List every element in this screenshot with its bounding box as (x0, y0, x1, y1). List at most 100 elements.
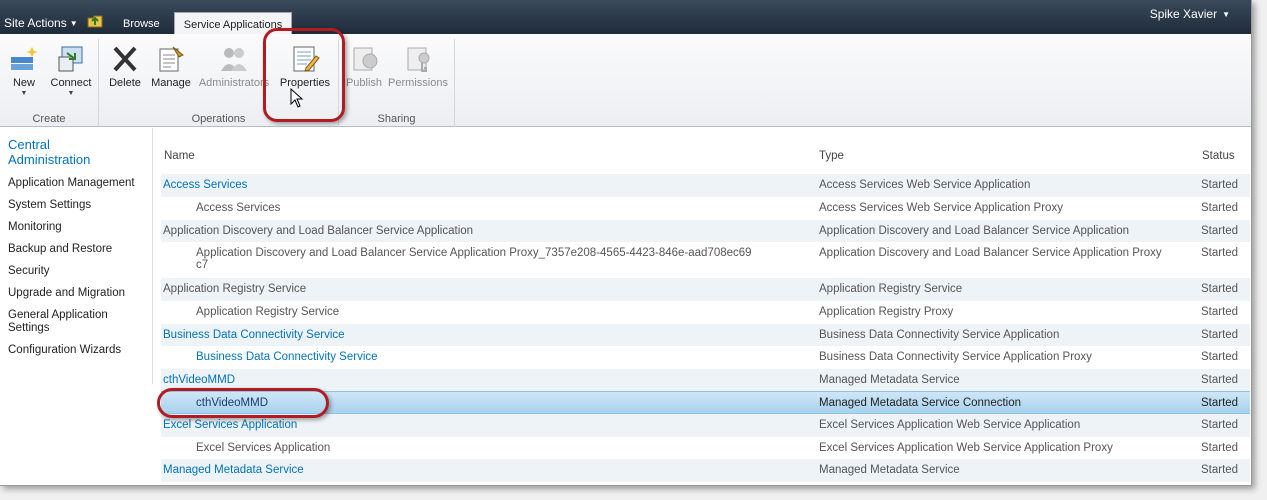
row-type: Managed Metadata Service (819, 464, 960, 476)
manage-button[interactable]: Manage (149, 43, 193, 89)
new-icon (11, 47, 38, 70)
nav-item-upgrade-and-migration[interactable]: Upgrade and Migration (8, 287, 152, 300)
chevron-down-icon: ▼ (1222, 10, 1230, 19)
nav-item-configuration-wizards[interactable]: Configuration Wizards (8, 344, 152, 357)
row-type: Business Data Connectivity Service Appli… (819, 351, 1092, 363)
user-menu[interactable]: Spike Xavier ▼ (1150, 7, 1230, 21)
group-label-create: Create (32, 113, 66, 125)
permissions-button[interactable]: Permissions (387, 43, 449, 89)
nav-item-system-settings[interactable]: System Settings (8, 199, 152, 212)
connect-icon (58, 46, 83, 72)
column-header-type[interactable]: Type (819, 150, 844, 162)
delete-button[interactable]: Delete (107, 43, 143, 89)
row-type: Managed Metadata Service Connection (819, 397, 1022, 409)
row-type: Access Services Web Service Application (819, 179, 1031, 191)
navigate-up-icon[interactable] (87, 14, 103, 28)
row-type: Application Discovery and Load Balancer … (819, 225, 1130, 237)
table-row[interactable]: Access Services Access Services Web Serv… (161, 197, 1250, 220)
site-actions-label: Site Actions (4, 16, 67, 30)
row-status: Started (1201, 397, 1239, 409)
table-row[interactable]: Access Services Access Services Web Serv… (161, 174, 1250, 197)
nav-item-security[interactable]: Security (8, 265, 152, 278)
row-type: Excel Services Application Web Service A… (819, 442, 1113, 454)
table-row[interactable]: Business Data Connectivity Service Busin… (161, 324, 1250, 346)
row-type: Business Data Connectivity Service Appli… (819, 329, 1060, 341)
row-name: Application Registry Service (196, 306, 340, 318)
row-name[interactable]: cthVideoMMD (163, 374, 763, 386)
table-row[interactable]: Business Data Connectivity Service Busin… (161, 346, 1250, 369)
row-type: Application Registry Service (819, 283, 963, 295)
permissions-icon (407, 47, 430, 72)
row-type: Access Services Web Service Application … (819, 202, 1063, 214)
chevron-down-icon: ▼ (20, 90, 28, 97)
row-status: Started (1201, 283, 1239, 295)
row-name[interactable]: Access Services (163, 179, 763, 191)
user-name: Spike Xavier (1149, 7, 1218, 21)
administrators-label: Administrators (198, 77, 270, 89)
administrators-icon (221, 48, 247, 71)
properties-highlight-outline (263, 28, 345, 122)
row-name: Application Registry Service (163, 283, 307, 295)
ribbon: New ▼ Connect ▼ Create Delete Manage Adm… (0, 34, 1251, 127)
table-row[interactable]: Application Registry Service Application… (161, 301, 1250, 324)
table-row[interactable]: Excel Services Application Excel Service… (161, 437, 1250, 459)
row-status: Started (1201, 179, 1239, 191)
row-type: Application Registry Proxy (819, 306, 954, 318)
mouse-pointer-icon (290, 88, 304, 108)
nav-item-application-management[interactable]: Application Management (8, 177, 152, 190)
sharepoint-window: Site Actions ▼ Browse Service Application… (0, 0, 1252, 486)
row-status: Started (1201, 202, 1239, 214)
top-bar: Site Actions ▼ Browse Service Application… (0, 0, 1251, 35)
left-navigation: Central Administration Application Manag… (0, 128, 153, 384)
publish-label: Publish (345, 77, 383, 89)
row-name[interactable]: Business Data Connectivity Service (163, 329, 763, 341)
selected-row-highlight-outline (157, 388, 329, 418)
tab-browse[interactable]: Browse (123, 18, 160, 30)
permissions-label: Permissions (388, 77, 448, 89)
table-row[interactable]: Application Discovery and Load Balancer … (161, 220, 1250, 242)
new-button[interactable]: New ▼ (8, 43, 40, 97)
column-header-name[interactable]: Name (164, 150, 195, 162)
ribbon-group-create: New ▼ Connect ▼ Create (0, 39, 99, 127)
row-status: Started (1201, 306, 1239, 318)
group-label-sharing: Sharing (377, 113, 416, 125)
row-status: Started (1201, 442, 1239, 454)
table-row[interactable]: Application Registry Service Application… (161, 278, 1250, 301)
publish-button[interactable]: Publish (344, 43, 384, 89)
row-name: Excel Services Application (196, 442, 331, 454)
connect-button[interactable]: Connect ▼ (48, 43, 94, 97)
site-actions-menu[interactable]: Site Actions ▼ (4, 16, 78, 30)
chevron-down-icon: ▼ (69, 19, 78, 28)
row-type: Managed Metadata Service (819, 374, 960, 386)
row-status: Started (1201, 374, 1239, 386)
row-name: Application Discovery and Load Balancer … (196, 247, 752, 271)
nav-title-central-administration[interactable]: Central Administration (8, 137, 118, 167)
table-row[interactable]: Excel Services Application Excel Service… (161, 414, 1250, 437)
row-name[interactable]: Excel Services Application (163, 419, 763, 431)
nav-item-general-application-settings[interactable]: General Application Settings (8, 309, 138, 335)
table-row[interactable]: Application Discovery and Load Balancer … (161, 242, 1250, 278)
connect-label: Connect (50, 77, 92, 89)
ribbon-group-sharing: Publish Permissions Sharing (339, 39, 455, 127)
chevron-down-icon: ▼ (67, 90, 75, 97)
row-type: Application Discovery and Load Balancer … (819, 247, 1162, 259)
nav-item-backup-and-restore[interactable]: Backup and Restore (8, 243, 152, 256)
row-status: Started (1201, 247, 1239, 259)
manage-label: Manage (151, 77, 191, 89)
row-status: Started (1201, 225, 1239, 237)
row-name: Application Discovery and Load Balancer … (163, 225, 474, 237)
row-status: Started (1201, 464, 1239, 476)
row-name: Access Services (196, 202, 281, 214)
row-type: Excel Services Application Web Service A… (819, 419, 1081, 431)
administrators-button[interactable]: Administrators (198, 43, 270, 89)
publish-icon (353, 47, 378, 71)
delete-icon (113, 46, 137, 72)
nav-item-monitoring[interactable]: Monitoring (8, 221, 152, 234)
table-row[interactable]: Managed Metadata Service Managed Metadat… (161, 459, 1250, 482)
column-header-status[interactable]: Status (1202, 150, 1235, 162)
row-name[interactable]: Managed Metadata Service (163, 464, 763, 476)
table-row[interactable]: cthVideoMMD Managed Metadata Service Sta… (161, 369, 1250, 391)
delete-label: Delete (109, 77, 141, 89)
manage-icon (159, 46, 184, 72)
row-name[interactable]: Business Data Connectivity Service (196, 351, 796, 363)
